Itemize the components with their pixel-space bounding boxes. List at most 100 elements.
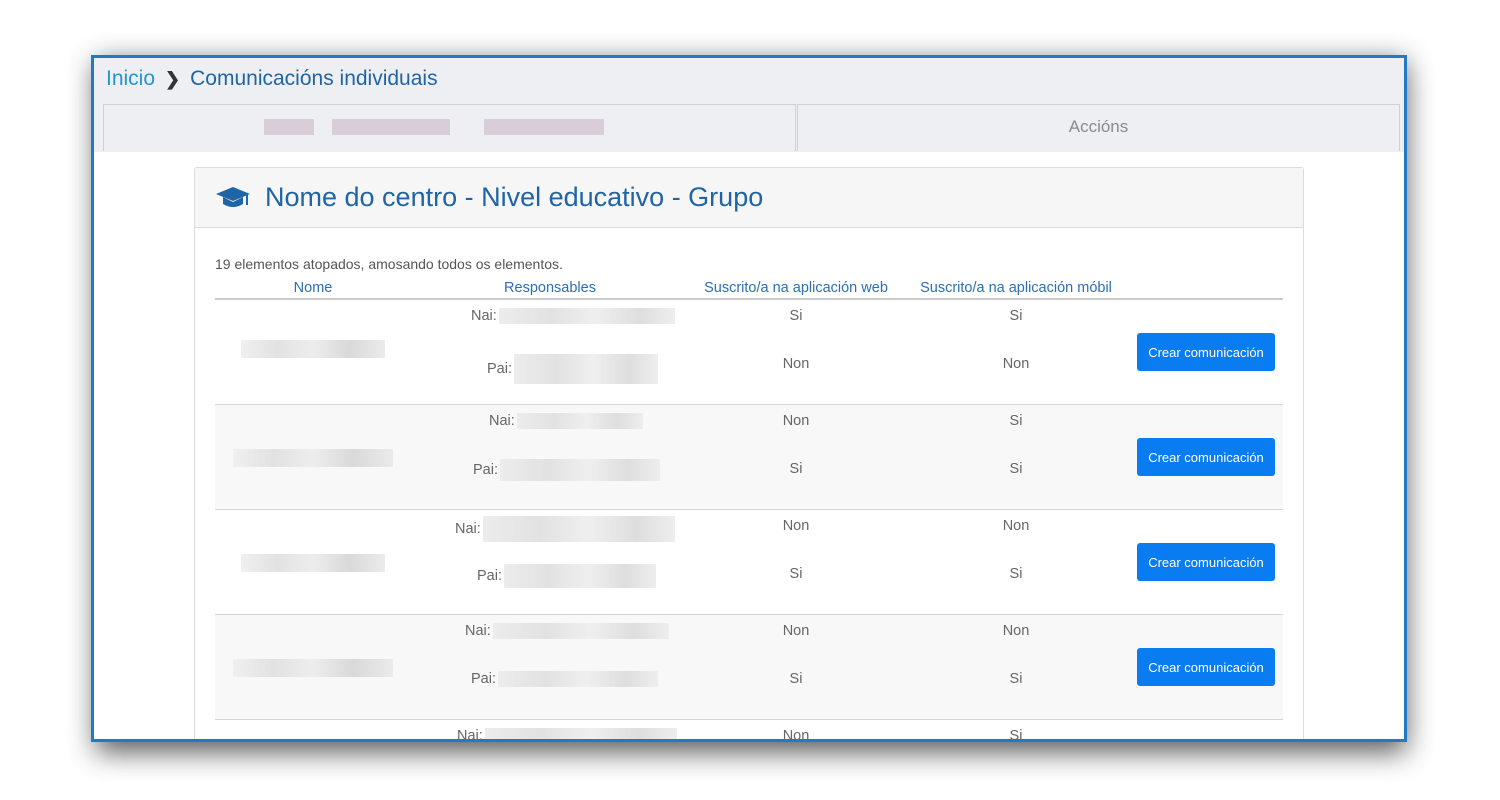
mother-label: Nai: xyxy=(465,623,491,639)
panel-title: Nome do centro - Nivel educativo - Grupo xyxy=(265,182,764,212)
app-window: Inicio ❯ Comunicacións individuais Acció… xyxy=(91,55,1407,742)
web-subscription-cell: Non Si xyxy=(689,404,903,510)
web-subscription-cell: Non xyxy=(689,719,903,742)
column-header-mobile: Suscrito/a na aplicación móbil xyxy=(903,278,1129,300)
web-subscription-cell: Non Si xyxy=(689,614,903,720)
redacted-mother-name xyxy=(498,308,675,325)
breadcrumb-current: Comunicacións individuais xyxy=(190,67,438,90)
mobile-subscription-cell: Non Si xyxy=(903,509,1129,615)
action-cell: Crear comunicación xyxy=(1129,299,1283,405)
mobile-status-father: Si xyxy=(1009,671,1023,687)
father-label: Pai: xyxy=(471,671,496,687)
mobile-status-mother: Non xyxy=(1002,623,1030,639)
responsables-cell: Nai: Pai: xyxy=(411,614,689,720)
main-content: Nome do centro - Nivel educativo - Grupo… xyxy=(94,152,1404,742)
redacted-mother-name xyxy=(484,728,677,739)
responsables-cell: Nai: Pai: xyxy=(411,299,689,405)
responsables-cell: Nai: xyxy=(411,719,689,742)
action-cell: Crear comunicación xyxy=(1129,509,1283,615)
redacted-student-name xyxy=(241,340,385,358)
web-status-mother: Non xyxy=(782,728,810,742)
table-row: Nai: Pai: Non Si xyxy=(215,404,1283,510)
redacted-father-name xyxy=(498,671,658,688)
mobile-status-father: Si xyxy=(1009,461,1023,477)
create-communication-button[interactable]: Crear comunicación xyxy=(1137,648,1275,686)
responsables-cell: Nai: Pai: xyxy=(411,509,689,615)
tab-redacted[interactable] xyxy=(103,104,796,151)
mother-label: Nai: xyxy=(457,728,483,742)
father-label: Pai: xyxy=(473,461,498,478)
students-table: Nome Responsables Suscrito/a na aplicaci… xyxy=(215,278,1283,742)
student-name-cell xyxy=(215,509,411,615)
mother-label: Nai: xyxy=(489,413,515,429)
column-header-actions xyxy=(1129,278,1283,300)
mobile-status-mother: Si xyxy=(1009,728,1023,742)
web-status-mother: Non xyxy=(782,623,810,639)
mobile-subscription-cell: Si xyxy=(903,719,1129,742)
web-status-father: Si xyxy=(789,566,803,582)
redacted-father-name xyxy=(500,459,660,481)
create-communication-button[interactable]: Crear comunicación xyxy=(1137,438,1275,476)
web-status-mother: Non xyxy=(782,518,810,534)
breadcrumb-home-link[interactable]: Inicio xyxy=(106,67,155,91)
table-row: Nai: Non Si xyxy=(215,719,1283,742)
action-cell: Crear comunicación xyxy=(1129,404,1283,510)
create-communication-button[interactable]: Crear comunicación xyxy=(1137,333,1275,371)
table-row: Nai: Pai: Non Si xyxy=(215,509,1283,615)
column-header-responsables: Responsables xyxy=(411,278,689,300)
table-row: Nai: Pai: Non Si xyxy=(215,614,1283,720)
redacted-mother-name xyxy=(482,516,675,542)
web-status-father: Si xyxy=(789,461,803,477)
redacted-mother-name xyxy=(492,623,669,640)
top-bar: Inicio ❯ Comunicacións individuais xyxy=(94,58,1404,104)
redacted-text xyxy=(484,119,604,135)
mobile-status-father: Si xyxy=(1009,566,1023,582)
action-cell: Crear comunicación xyxy=(1129,614,1283,720)
mobile-status-father: Non xyxy=(1002,356,1030,372)
create-communication-button[interactable]: Crear comunicación xyxy=(1137,543,1275,581)
table-row: Nai: Pai: Si Non Si Non Crear comunicaci… xyxy=(215,299,1283,405)
mobile-status-mother: Si xyxy=(1009,413,1023,429)
responsables-cell: Nai: Pai: xyxy=(411,404,689,510)
tab-bar: Accións xyxy=(94,104,1404,152)
breadcrumb: Inicio ❯ Comunicacións individuais xyxy=(106,67,438,91)
redacted-text xyxy=(264,119,314,135)
web-subscription-cell: Si Non xyxy=(689,299,903,405)
student-name-cell xyxy=(215,404,411,510)
father-label: Pai: xyxy=(477,567,502,584)
student-name-cell xyxy=(215,719,411,739)
column-header-name: Nome xyxy=(215,278,411,300)
table-header-row: Nome Responsables Suscrito/a na aplicaci… xyxy=(215,278,1283,300)
action-cell xyxy=(1129,719,1283,739)
chevron-right-icon: ❯ xyxy=(165,68,181,89)
mobile-subscription-cell: Si Non xyxy=(903,299,1129,405)
redacted-student-name xyxy=(233,659,393,677)
web-subscription-cell: Non Si xyxy=(689,509,903,615)
redacted-father-name xyxy=(514,354,658,384)
results-count: 19 elementos atopados, amosando todos os… xyxy=(215,256,563,272)
column-header-web: Suscrito/a na aplicación web xyxy=(689,278,903,300)
student-name-cell xyxy=(215,299,411,405)
mobile-subscription-cell: Si Si xyxy=(903,404,1129,510)
web-status-mother: Non xyxy=(782,413,810,429)
mobile-subscription-cell: Non Si xyxy=(903,614,1129,720)
web-status-father: Non xyxy=(782,356,810,372)
mobile-status-mother: Non xyxy=(1002,518,1030,534)
mother-label: Nai: xyxy=(471,308,497,324)
redacted-student-name xyxy=(241,554,385,572)
redacted-father-name xyxy=(504,564,656,588)
web-status-mother: Si xyxy=(789,308,803,324)
father-label: Pai: xyxy=(487,360,512,377)
panel-body: 19 elementos atopados, amosando todos os… xyxy=(195,256,1303,742)
redacted-text xyxy=(332,119,450,135)
group-panel: Nome do centro - Nivel educativo - Grupo… xyxy=(194,167,1304,742)
mobile-status-mother: Si xyxy=(1009,308,1023,324)
panel-header: Nome do centro - Nivel educativo - Grupo xyxy=(195,168,1303,228)
redacted-student-name xyxy=(233,449,393,467)
graduation-cap-icon xyxy=(216,186,250,207)
web-status-father: Si xyxy=(789,671,803,687)
mother-label: Nai: xyxy=(455,520,481,537)
tab-actions[interactable]: Accións xyxy=(797,104,1400,151)
redacted-mother-name xyxy=(516,413,643,430)
student-name-cell xyxy=(215,614,411,720)
